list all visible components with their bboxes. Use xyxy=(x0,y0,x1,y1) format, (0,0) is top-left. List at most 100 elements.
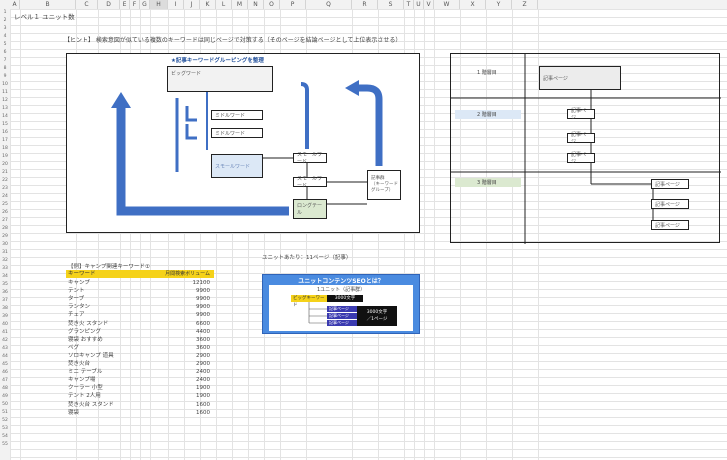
keyword-table-row[interactable]: 寝袋 おすすめ 3600 xyxy=(66,336,214,344)
row-header-cell[interactable]: 32 xyxy=(0,257,10,265)
keyword-table-row[interactable]: チェア 9900 xyxy=(66,311,214,319)
row-header-cell[interactable]: 27 xyxy=(0,217,10,225)
keyword-table-row[interactable]: ランタン 9900 xyxy=(66,303,214,311)
row-header-cell[interactable]: 55 xyxy=(0,441,10,449)
row-header-cell[interactable]: 29 xyxy=(0,233,10,241)
column-header-cell[interactable]: H xyxy=(150,0,168,9)
row-header-cell[interactable]: 3 xyxy=(0,25,10,33)
row-header-cell[interactable]: 25 xyxy=(0,201,10,209)
column-header-cell[interactable]: N xyxy=(248,0,264,9)
diagram-heading: ★記事キーワードグルーピングを整理 xyxy=(171,58,264,64)
row-header-cell[interactable]: 33 xyxy=(0,265,10,273)
column-header-cell[interactable]: D xyxy=(98,0,120,9)
keyword-table-row[interactable]: テント 9900 xyxy=(66,287,214,295)
row-header-cell[interactable]: 23 xyxy=(0,185,10,193)
column-header-cell[interactable]: M xyxy=(232,0,248,9)
column-header-cell[interactable]: R xyxy=(352,0,378,9)
column-header-cell[interactable]: O xyxy=(264,0,280,9)
keyword-table-row[interactable]: ペグ 3600 xyxy=(66,344,214,352)
row-header-cell[interactable]: 12 xyxy=(0,97,10,105)
row-header-cell[interactable]: 28 xyxy=(0,225,10,233)
row-header-cell[interactable]: 41 xyxy=(0,329,10,337)
column-header-cell[interactable]: V xyxy=(424,0,434,9)
row-header-cell[interactable]: 35 xyxy=(0,281,10,289)
keyword-table-row[interactable]: 寝袋 1600 xyxy=(66,409,214,417)
column-header-cell[interactable]: L xyxy=(216,0,232,9)
row-header-cell[interactable]: 10 xyxy=(0,81,10,89)
child-value-box: 3000文字 ／1ページ xyxy=(357,306,397,326)
row-header-cell[interactable]: 5 xyxy=(0,41,10,49)
row-header-cell[interactable]: 44 xyxy=(0,353,10,361)
row-header-cell[interactable]: 42 xyxy=(0,337,10,345)
row-header-cell[interactable]: 40 xyxy=(0,321,10,329)
keyword-table-row[interactable]: キャンプ 12100 xyxy=(66,279,214,287)
column-header-cell[interactable]: T xyxy=(404,0,414,9)
keyword-table-row[interactable]: クーラー 小型 1900 xyxy=(66,384,214,392)
row-header-cell[interactable]: 6 xyxy=(0,49,10,57)
row-header-cell[interactable]: 1 xyxy=(0,9,10,17)
column-header-cell[interactable]: F xyxy=(130,0,140,9)
row-header-cell[interactable]: 21 xyxy=(0,169,10,177)
column-header-cell[interactable]: Z xyxy=(512,0,538,9)
row-header-cell[interactable]: 36 xyxy=(0,289,10,297)
row-header-cell[interactable]: 54 xyxy=(0,433,10,441)
row-header-cell[interactable]: 52 xyxy=(0,417,10,425)
row-header-cell[interactable]: 20 xyxy=(0,161,10,169)
row-header-cell[interactable]: 47 xyxy=(0,377,10,385)
keyword-table-row[interactable]: 焚き火台 2900 xyxy=(66,360,214,368)
keyword-table-row[interactable]: 焚き火台 スタンド 1600 xyxy=(66,401,214,409)
row-header-cell[interactable]: 53 xyxy=(0,425,10,433)
column-header-cell[interactable]: K xyxy=(200,0,216,9)
row-header-cell[interactable]: 2 xyxy=(0,17,10,25)
column-header-cell[interactable]: P xyxy=(280,0,306,9)
row-header-cell[interactable]: 31 xyxy=(0,249,10,257)
row-header-cell[interactable]: 45 xyxy=(0,361,10,369)
row-header-cell[interactable]: 38 xyxy=(0,305,10,313)
column-header-cell[interactable]: Y xyxy=(486,0,512,9)
column-header-cell[interactable]: U xyxy=(414,0,424,9)
keyword-table-row[interactable]: 焚き火 スタンド 6600 xyxy=(66,320,214,328)
row-header-cell[interactable]: 19 xyxy=(0,153,10,161)
row-header-cell[interactable]: 16 xyxy=(0,129,10,137)
column-header-cell[interactable]: S xyxy=(378,0,404,9)
keyword-table-row[interactable]: キャンプ場 2400 xyxy=(66,376,214,384)
row-header-cell[interactable]: 14 xyxy=(0,113,10,121)
column-header-cell[interactable]: J xyxy=(184,0,200,9)
column-header-cell[interactable]: Q xyxy=(306,0,352,9)
column-header-cell[interactable]: G xyxy=(140,0,150,9)
row-header-cell[interactable]: 34 xyxy=(0,273,10,281)
keyword-table-row[interactable]: タープ 9900 xyxy=(66,295,214,303)
column-header-cell[interactable]: W xyxy=(434,0,460,9)
row-header-cell[interactable]: 43 xyxy=(0,345,10,353)
row-header-cell[interactable]: 4 xyxy=(0,33,10,41)
row-header-cell[interactable]: 18 xyxy=(0,145,10,153)
column-header-cell[interactable]: B xyxy=(20,0,76,9)
row-header-cell[interactable]: 24 xyxy=(0,193,10,201)
keyword-table-row[interactable]: ミニ テーブル 2400 xyxy=(66,368,214,376)
row-header-cell[interactable]: 7 xyxy=(0,57,10,65)
row-header-cell[interactable]: 39 xyxy=(0,313,10,321)
row-header-cell[interactable]: 13 xyxy=(0,105,10,113)
row-header-cell[interactable]: 30 xyxy=(0,241,10,249)
row-header-cell[interactable]: 8 xyxy=(0,65,10,73)
column-header-cell[interactable]: A xyxy=(10,0,20,9)
row-header-cell[interactable]: 15 xyxy=(0,121,10,129)
keyword-table-row[interactable]: ソロキャンプ 道具 2900 xyxy=(66,352,214,360)
row-header-cell[interactable]: 46 xyxy=(0,369,10,377)
keyword-table-row[interactable]: グランピング 4400 xyxy=(66,328,214,336)
keyword-table-row[interactable]: テント 2人用 1900 xyxy=(66,392,214,400)
row-header-cell[interactable]: 51 xyxy=(0,409,10,417)
row-header-cell[interactable]: 48 xyxy=(0,385,10,393)
row-header-cell[interactable]: 50 xyxy=(0,401,10,409)
column-header-cell[interactable]: C xyxy=(76,0,98,9)
row-header-cell[interactable]: 17 xyxy=(0,137,10,145)
row-header-cell[interactable]: 22 xyxy=(0,177,10,185)
column-header-cell[interactable]: E xyxy=(120,0,130,9)
row-header-cell[interactable]: 37 xyxy=(0,297,10,305)
row-header-cell[interactable]: 9 xyxy=(0,73,10,81)
row-header-cell[interactable]: 11 xyxy=(0,89,10,97)
column-header-cell[interactable]: I xyxy=(168,0,184,9)
row-header-cell[interactable]: 49 xyxy=(0,393,10,401)
row-header-cell[interactable]: 26 xyxy=(0,209,10,217)
column-header-cell[interactable]: X xyxy=(460,0,486,9)
